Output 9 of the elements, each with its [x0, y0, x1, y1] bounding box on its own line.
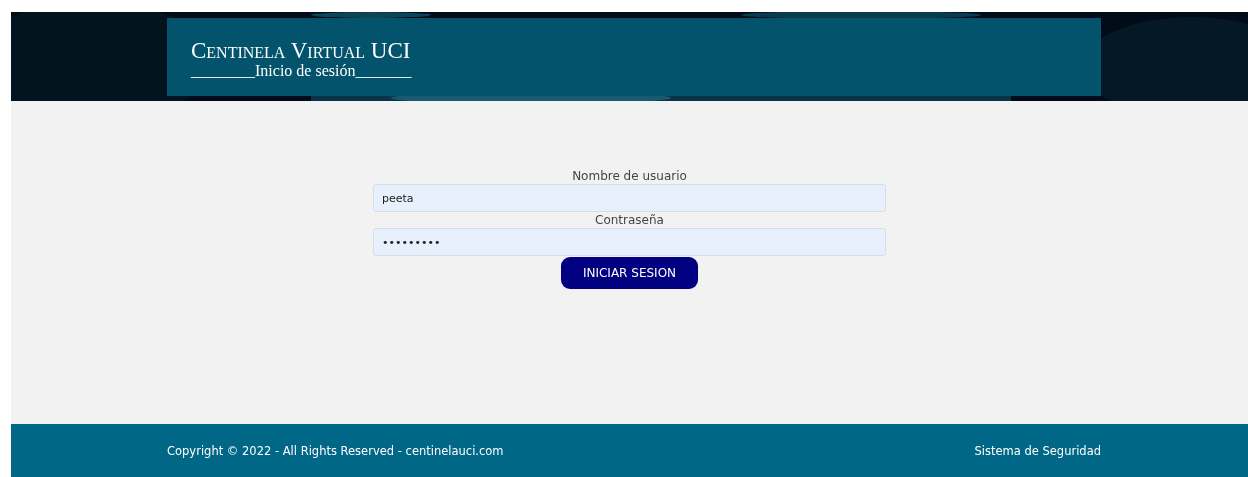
field-label: Contraseña [595, 212, 664, 228]
footer-tagline: Sistema de Seguridad [974, 443, 1101, 458]
username-field[interactable]: peeta [373, 184, 886, 212]
field-label: Nombre de usuario [572, 168, 687, 184]
password-field[interactable]: ••••••••• [373, 228, 886, 256]
page-subtitle: ________Inicio de sesión_______ [191, 61, 412, 80]
copyright-text: Copyright © 2022 - All Rights Reserved - centinelauci.com [167, 443, 504, 458]
site-title: Centinela Virtual UCI [191, 39, 411, 62]
login-button[interactable]: INICIAR SESION [561, 257, 698, 289]
